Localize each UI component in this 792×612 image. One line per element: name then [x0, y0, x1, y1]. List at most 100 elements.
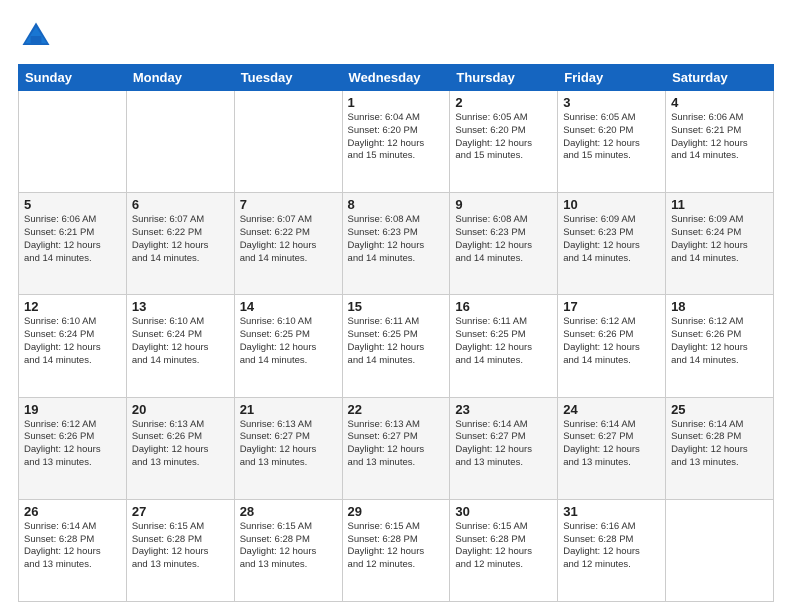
day-info: Sunrise: 6:16 AM Sunset: 6:28 PM Dayligh… [563, 521, 660, 572]
day-info: Sunrise: 6:13 AM Sunset: 6:26 PM Dayligh… [132, 419, 229, 470]
calendar-cell: 16Sunrise: 6:11 AM Sunset: 6:25 PM Dayli… [450, 295, 558, 397]
calendar-cell: 26 Sunrise: 6:14 AM Sunset: 6:28 PM Dayli… [19, 499, 127, 601]
calendar-header-friday: Friday [558, 65, 666, 91]
calendar-cell: 15 Sunrise: 6:11 AM Sunset: 6:25 PM Dayli… [342, 295, 450, 397]
day-number: 23 [455, 402, 552, 417]
calendar-header-thursday: Thursday [450, 65, 558, 91]
calendar-cell: 3Sunrise: 6:05 AM Sunset: 6:20 PM Daylig… [558, 91, 666, 193]
calendar-week-4: 19 Sunrise: 6:12 AM Sunset: 6:26 PM Dayli… [19, 397, 774, 499]
day-number: 5 [24, 197, 121, 212]
calendar-cell: 31 Sunrise: 6:16 AM Sunset: 6:28 PM Dayli… [558, 499, 666, 601]
day-info: Sunrise: 6:10 AM Sunset: 6:24 PM Dayligh… [132, 316, 229, 367]
calendar-cell: 22 Sunrise: 6:13 AM Sunset: 6:27 PM Dayli… [342, 397, 450, 499]
day-info: Sunrise: 6:09 AM Sunset: 6:24 PM Dayligh… [671, 214, 768, 265]
day-number: 24 [563, 402, 660, 417]
day-number: 27 [132, 504, 229, 519]
calendar-cell: 23 Sunrise: 6:14 AM Sunset: 6:27 PM Dayli… [450, 397, 558, 499]
day-info: Sunrise: 6:15 AM Sunset: 6:28 PM Dayligh… [132, 521, 229, 572]
day-number: 8 [348, 197, 445, 212]
calendar-cell: 10 Sunrise: 6:09 AM Sunset: 6:23 PM Dayli… [558, 193, 666, 295]
day-number: 18 [671, 299, 768, 314]
day-number: 3 [563, 95, 660, 110]
calendar-cell: 5 Sunrise: 6:06 AM Sunset: 6:21 PM Daylig… [19, 193, 127, 295]
calendar-cell: 8 Sunrise: 6:08 AM Sunset: 6:23 PM Daylig… [342, 193, 450, 295]
day-number: 6 [132, 197, 229, 212]
day-info: Sunrise: 6:14 AM Sunset: 6:28 PM Dayligh… [671, 419, 768, 470]
day-info: Sunrise: 6:04 AM Sunset: 6:20 PM Dayligh… [348, 112, 445, 163]
calendar-cell: 12Sunrise: 6:10 AM Sunset: 6:24 PM Dayli… [19, 295, 127, 397]
day-number: 16 [455, 299, 552, 314]
day-info: Sunrise: 6:12 AM Sunset: 6:26 PM Dayligh… [24, 419, 121, 470]
day-info: Sunrise: 6:08 AM Sunset: 6:23 PM Dayligh… [348, 214, 445, 265]
calendar-week-1: 1 Sunrise: 6:04 AM Sunset: 6:20 PM Daylig… [19, 91, 774, 193]
calendar-week-5: 26 Sunrise: 6:14 AM Sunset: 6:28 PM Dayli… [19, 499, 774, 601]
page: SundayMondayTuesdayWednesdayThursdayFrid… [0, 0, 792, 612]
day-number: 20 [132, 402, 229, 417]
day-info: Sunrise: 6:08 AM Sunset: 6:23 PM Dayligh… [455, 214, 552, 265]
calendar-week-2: 5 Sunrise: 6:06 AM Sunset: 6:21 PM Daylig… [19, 193, 774, 295]
calendar-header-sunday: Sunday [19, 65, 127, 91]
day-info: Sunrise: 6:06 AM Sunset: 6:21 PM Dayligh… [24, 214, 121, 265]
day-number: 28 [240, 504, 337, 519]
day-info: Sunrise: 6:14 AM Sunset: 6:28 PM Dayligh… [24, 521, 121, 572]
day-number: 29 [348, 504, 445, 519]
calendar-cell: 27 Sunrise: 6:15 AM Sunset: 6:28 PM Dayli… [126, 499, 234, 601]
day-number: 7 [240, 197, 337, 212]
day-number: 10 [563, 197, 660, 212]
logo-icon [18, 18, 54, 54]
day-info: Sunrise: 6:09 AM Sunset: 6:23 PM Dayligh… [563, 214, 660, 265]
day-number: 2 [455, 95, 552, 110]
calendar-cell: 29Sunrise: 6:15 AM Sunset: 6:28 PM Dayli… [342, 499, 450, 601]
calendar-cell: 7 Sunrise: 6:07 AM Sunset: 6:22 PM Daylig… [234, 193, 342, 295]
day-number: 25 [671, 402, 768, 417]
day-number: 19 [24, 402, 121, 417]
day-info: Sunrise: 6:07 AM Sunset: 6:22 PM Dayligh… [240, 214, 337, 265]
day-info: Sunrise: 6:14 AM Sunset: 6:27 PM Dayligh… [563, 419, 660, 470]
calendar-header-wednesday: Wednesday [342, 65, 450, 91]
calendar-cell [666, 499, 774, 601]
day-number: 30 [455, 504, 552, 519]
day-number: 1 [348, 95, 445, 110]
calendar-cell: 21Sunrise: 6:13 AM Sunset: 6:27 PM Dayli… [234, 397, 342, 499]
day-info: Sunrise: 6:15 AM Sunset: 6:28 PM Dayligh… [240, 521, 337, 572]
day-info: Sunrise: 6:06 AM Sunset: 6:21 PM Dayligh… [671, 112, 768, 163]
calendar-cell: 13 Sunrise: 6:10 AM Sunset: 6:24 PM Dayli… [126, 295, 234, 397]
calendar-header-tuesday: Tuesday [234, 65, 342, 91]
calendar-header-monday: Monday [126, 65, 234, 91]
day-number: 12 [24, 299, 121, 314]
day-number: 26 [24, 504, 121, 519]
day-number: 4 [671, 95, 768, 110]
calendar-cell: 11 Sunrise: 6:09 AM Sunset: 6:24 PM Dayli… [666, 193, 774, 295]
calendar-cell: 17 Sunrise: 6:12 AM Sunset: 6:26 PM Dayli… [558, 295, 666, 397]
calendar-cell: 14 Sunrise: 6:10 AM Sunset: 6:25 PM Dayli… [234, 295, 342, 397]
calendar-cell: 25 Sunrise: 6:14 AM Sunset: 6:28 PM Dayli… [666, 397, 774, 499]
calendar-cell: 9 Sunrise: 6:08 AM Sunset: 6:23 PM Daylig… [450, 193, 558, 295]
day-number: 22 [348, 402, 445, 417]
day-number: 9 [455, 197, 552, 212]
calendar-header-saturday: Saturday [666, 65, 774, 91]
calendar-cell: 18Sunrise: 6:12 AM Sunset: 6:26 PM Dayli… [666, 295, 774, 397]
day-number: 17 [563, 299, 660, 314]
day-number: 15 [348, 299, 445, 314]
day-number: 11 [671, 197, 768, 212]
calendar-cell: 30 Sunrise: 6:15 AM Sunset: 6:28 PM Dayli… [450, 499, 558, 601]
calendar-cell: 1 Sunrise: 6:04 AM Sunset: 6:20 PM Daylig… [342, 91, 450, 193]
day-number: 14 [240, 299, 337, 314]
day-info: Sunrise: 6:13 AM Sunset: 6:27 PM Dayligh… [348, 419, 445, 470]
day-info: Sunrise: 6:12 AM Sunset: 6:26 PM Dayligh… [563, 316, 660, 367]
day-info: Sunrise: 6:10 AM Sunset: 6:25 PM Dayligh… [240, 316, 337, 367]
calendar-cell: 4 Sunrise: 6:06 AM Sunset: 6:21 PM Daylig… [666, 91, 774, 193]
calendar-cell [19, 91, 127, 193]
calendar-cell: 24 Sunrise: 6:14 AM Sunset: 6:27 PM Dayli… [558, 397, 666, 499]
calendar-cell: 20 Sunrise: 6:13 AM Sunset: 6:26 PM Dayli… [126, 397, 234, 499]
day-number: 13 [132, 299, 229, 314]
day-info: Sunrise: 6:11 AM Sunset: 6:25 PM Dayligh… [348, 316, 445, 367]
day-number: 31 [563, 504, 660, 519]
day-info: Sunrise: 6:13 AM Sunset: 6:27 PM Dayligh… [240, 419, 337, 470]
logo [18, 18, 58, 54]
calendar-cell: 28 Sunrise: 6:15 AM Sunset: 6:28 PM Dayli… [234, 499, 342, 601]
day-info: Sunrise: 6:14 AM Sunset: 6:27 PM Dayligh… [455, 419, 552, 470]
calendar-cell: 19 Sunrise: 6:12 AM Sunset: 6:26 PM Dayli… [19, 397, 127, 499]
day-info: Sunrise: 6:15 AM Sunset: 6:28 PM Dayligh… [455, 521, 552, 572]
header [18, 18, 774, 54]
